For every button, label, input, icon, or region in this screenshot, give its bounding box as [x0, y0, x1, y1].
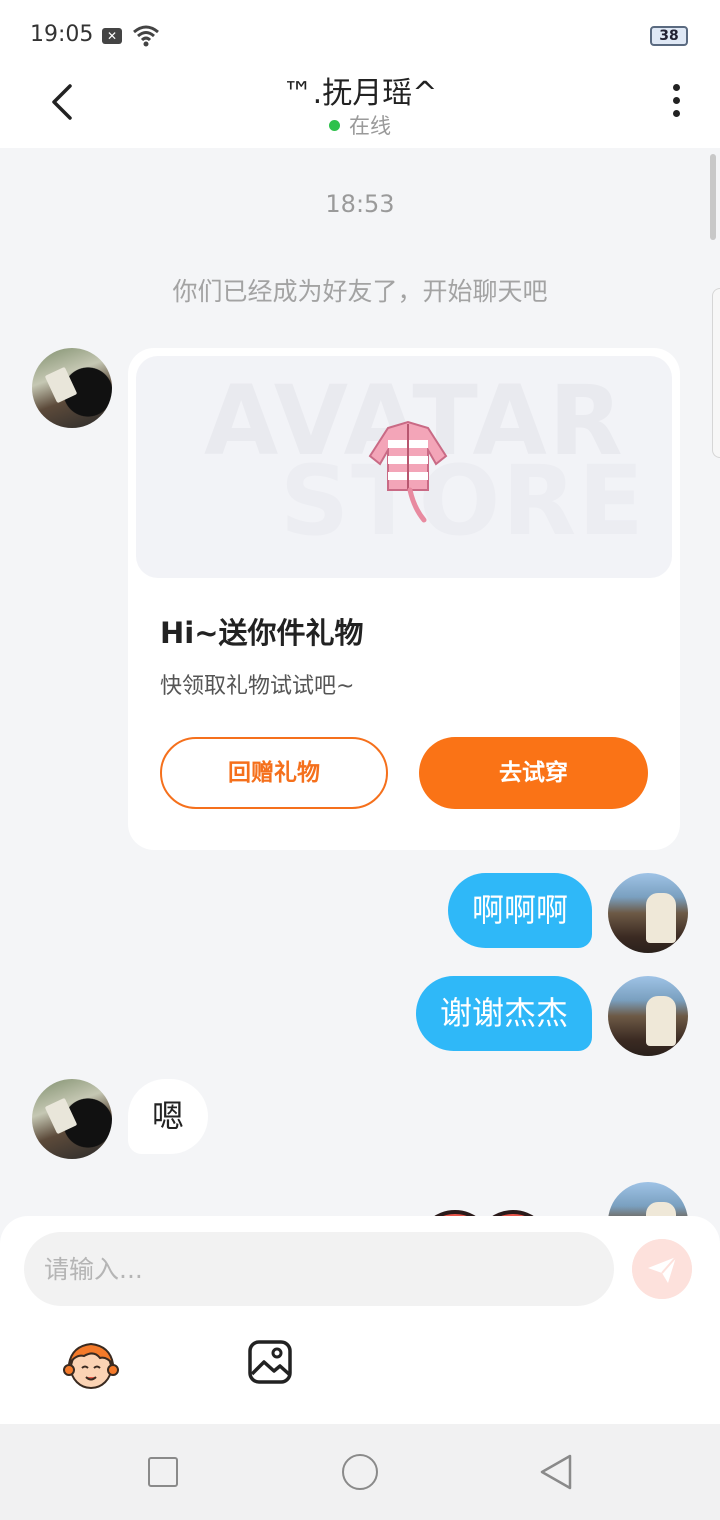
- status-bar: 19:05 ✕ 38: [0, 0, 720, 72]
- gift-description: 快领取礼物试试吧~: [160, 674, 355, 699]
- wifi-icon: [133, 25, 159, 47]
- notification-icon: ✕: [102, 28, 122, 44]
- nav-back-icon[interactable]: [538, 1452, 574, 1492]
- message-bubble-sent[interactable]: 啊啊啊: [447, 873, 592, 948]
- gift-image: AVATAR STORE: [136, 356, 672, 578]
- my-avatar[interactable]: [608, 873, 688, 953]
- online-dot-icon: [329, 120, 340, 131]
- try-on-button[interactable]: 去试穿: [419, 737, 648, 809]
- battery-icon: 38: [650, 26, 688, 46]
- my-avatar[interactable]: [608, 976, 688, 1056]
- message-timestamp: 18:53: [325, 190, 395, 218]
- recent-apps-icon[interactable]: [148, 1457, 178, 1487]
- contact-avatar[interactable]: [32, 348, 112, 428]
- return-gift-button[interactable]: 回赠礼物: [160, 737, 388, 809]
- contact-name: ™.抚月瑶^: [282, 76, 438, 111]
- system-nav-bar: [0, 1424, 720, 1520]
- home-icon[interactable]: [342, 1454, 378, 1490]
- message-input[interactable]: [24, 1232, 614, 1306]
- message-bubble-received[interactable]: 嗯: [128, 1079, 209, 1154]
- gift-card[interactable]: AVATAR STORE Hi~送你件礼物 快领取礼物试试吧~ 回赠礼物 去试穿: [128, 348, 680, 850]
- status-time: 19:05: [30, 22, 94, 47]
- chat-header: ™.抚月瑶^ 在线: [0, 72, 720, 148]
- send-icon[interactable]: [632, 1239, 692, 1299]
- image-picker-icon[interactable]: [246, 1338, 294, 1386]
- system-message: 你们已经成为好友了，开始聊天吧: [172, 277, 548, 306]
- online-status: 在线: [0, 110, 720, 140]
- jacket-gift-icon: [368, 420, 448, 523]
- gift-title: Hi~送你件礼物: [160, 616, 364, 650]
- chat-messages[interactable]: 18:53 你们已经成为好友了，开始聊天吧 AVATAR STORE Hi~送你…: [0, 148, 720, 1218]
- message-bubble-sent[interactable]: 谢谢杰杰: [415, 976, 592, 1051]
- online-status-label: 在线: [349, 114, 391, 138]
- more-options-icon[interactable]: [670, 84, 682, 120]
- emoji-sticker-icon[interactable]: [60, 1338, 122, 1390]
- composer-panel: [0, 1216, 720, 1424]
- contact-avatar[interactable]: [32, 1079, 112, 1159]
- my-avatar[interactable]: [608, 1182, 688, 1218]
- edge-panel-handle[interactable]: [712, 288, 720, 458]
